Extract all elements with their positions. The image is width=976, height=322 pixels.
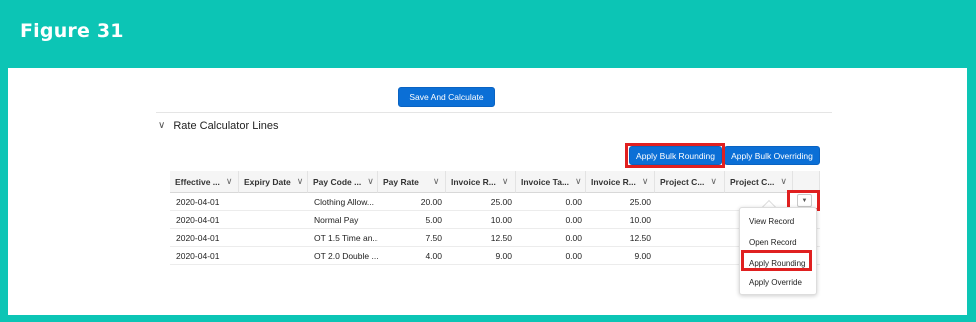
chevron-down-icon[interactable]: ∨ — [780, 176, 787, 187]
column-header[interactable]: Invoice R... ∨ — [446, 171, 516, 193]
table-cell: 12.50 — [629, 233, 651, 243]
divider — [156, 112, 832, 113]
table-cell: 0.00 — [565, 251, 582, 261]
column-header[interactable]: Project C... ∨ — [655, 171, 725, 193]
table-cell: 2020-04-01 — [176, 233, 220, 243]
chevron-down-icon[interactable]: ∨ — [433, 176, 440, 187]
screenshot-panel: Save And Calculate ∨ Rate Calculator Lin… — [8, 68, 967, 315]
table-cell: Normal Pay — [314, 215, 359, 225]
section-title: Rate Calculator Lines — [173, 120, 279, 132]
table-cell: 2020-04-01 — [176, 197, 220, 207]
save-and-calculate-button[interactable]: Save And Calculate — [398, 87, 495, 107]
table-cell: 0.00 — [565, 233, 582, 243]
menu-item-view-record[interactable]: View Record — [740, 213, 818, 229]
column-header[interactable]: Effective ... ∨ — [170, 171, 239, 193]
column-header[interactable]: Expiry Date ∨ — [239, 171, 308, 193]
column-header[interactable]: Pay Code ... ∨ — [308, 171, 378, 193]
column-header-label: Project C... — [660, 176, 705, 187]
table-cell: 12.50 — [490, 233, 512, 243]
table-cell: OT 1.5 Time an... — [314, 233, 378, 243]
column-header-label: Invoice Ta... — [521, 176, 570, 187]
column-header[interactable]: Pay Rate ∨ — [378, 171, 446, 193]
chevron-down-icon[interactable]: ∨ — [226, 176, 233, 187]
table-cell: 0.00 — [565, 215, 582, 225]
chevron-down-icon[interactable]: ∨ — [158, 120, 165, 131]
column-header[interactable]: Project C... ∨ — [725, 171, 793, 193]
highlight-box-apply-rounding — [741, 250, 812, 271]
table-cell: 5.00 — [425, 215, 442, 225]
column-header-label: Project C... — [730, 176, 775, 187]
chevron-down-icon[interactable]: ∨ — [502, 176, 509, 187]
table-cell: 2020-04-01 — [176, 251, 220, 261]
column-header-label: Effective ... — [175, 176, 220, 187]
apply-bulk-overriding-button[interactable]: Apply Bulk Overriding — [724, 146, 820, 165]
table-row[interactable]: 2020-04-01 OT 1.5 Time an... 7.50 12.50 … — [170, 229, 820, 247]
table-cell: 4.00 — [425, 251, 442, 261]
table-cell: 9.00 — [495, 251, 512, 261]
table-cell: OT 2.0 Double ... — [314, 251, 378, 261]
column-header[interactable]: Invoice Ta... ∨ — [516, 171, 586, 193]
menu-item-apply-override[interactable]: Apply Override — [740, 274, 818, 290]
chevron-down-icon[interactable]: ∨ — [710, 176, 717, 187]
chevron-down-icon[interactable]: ∨ — [297, 176, 304, 187]
column-header-label: Invoice R... — [451, 176, 496, 187]
section-header[interactable]: ∨ Rate Calculator Lines — [158, 120, 279, 133]
column-header[interactable]: Invoice R... ∨ — [586, 171, 655, 193]
table-row[interactable]: 2020-04-01 Clothing Allow... 20.00 25.00… — [170, 193, 820, 211]
table-cell: Clothing Allow... — [314, 197, 375, 207]
chevron-down-icon[interactable]: ∨ — [575, 176, 582, 187]
highlight-box-bulk-rounding — [625, 143, 725, 168]
table-row[interactable]: 2020-04-01 OT 2.0 Double ... 4.00 9.00 0… — [170, 247, 820, 265]
chevron-down-icon[interactable]: ∨ — [642, 176, 649, 187]
table-cell: 25.00 — [629, 197, 651, 207]
table-cell: 20.00 — [420, 197, 442, 207]
table-row[interactable]: 2020-04-01 Normal Pay 5.00 10.00 0.00 10… — [170, 211, 820, 229]
figure-frame: Figure 31 Save And Calculate ∨ Rate Calc… — [0, 0, 976, 322]
column-header-label: Pay Code ... — [313, 176, 362, 187]
column-header-label: Invoice R... — [591, 176, 636, 187]
table-cell: 2020-04-01 — [176, 215, 220, 225]
column-header-label: Pay Rate — [383, 176, 419, 187]
table-cell: 9.00 — [634, 251, 651, 261]
menu-item-open-record[interactable]: Open Record — [740, 234, 818, 250]
table-cell: 7.50 — [425, 233, 442, 243]
figure-title: Figure 31 — [20, 20, 124, 42]
table-cell: 0.00 — [565, 197, 582, 207]
table-cell: 25.00 — [490, 197, 512, 207]
column-header-label: Expiry Date — [244, 176, 291, 187]
table-cell: 10.00 — [490, 215, 512, 225]
table-cell: 10.00 — [629, 215, 651, 225]
chevron-down-icon[interactable]: ∨ — [367, 176, 374, 187]
